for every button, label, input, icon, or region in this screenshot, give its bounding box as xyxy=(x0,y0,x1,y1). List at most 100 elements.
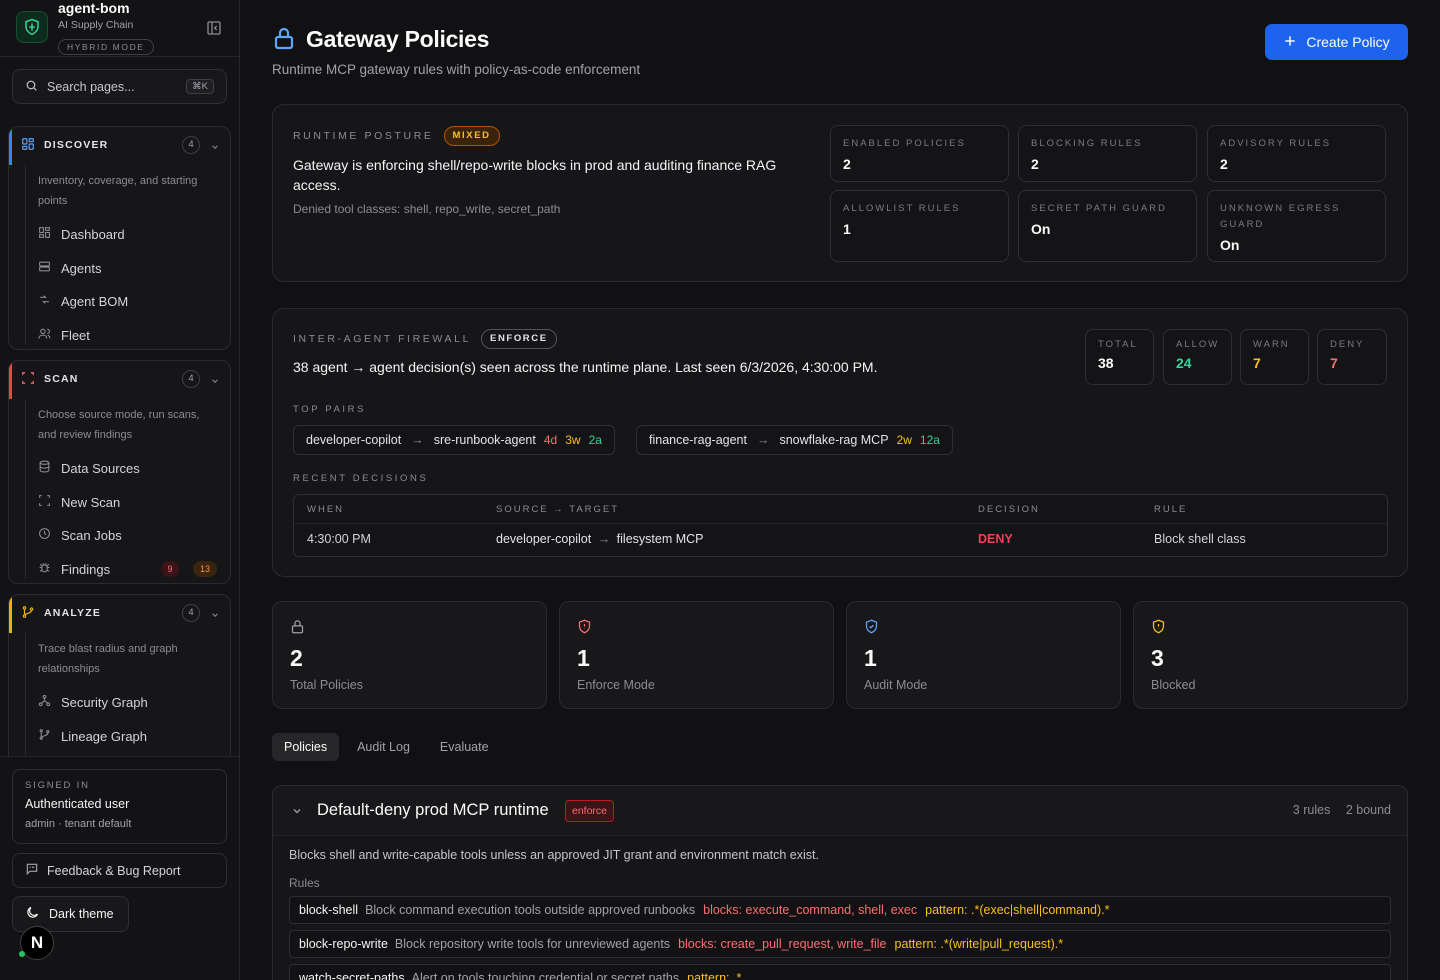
create-policy-button[interactable]: Create Policy xyxy=(1265,24,1408,60)
page-title: Gateway Policies xyxy=(306,26,490,52)
arrow-right-icon: → xyxy=(411,433,424,447)
search-input[interactable]: Search pages... ⌘K xyxy=(12,69,227,104)
divider xyxy=(0,756,240,757)
group-description: Inventory, coverage, and starting points xyxy=(38,175,198,207)
lock-icon xyxy=(272,26,296,53)
firewall-allow: ALLOW 24 xyxy=(1163,329,1232,385)
mini-label: TOTAL xyxy=(1098,339,1138,350)
agent-pair-chip[interactable]: finance-rag-agent → snowflake-rag MCP 2w… xyxy=(636,425,953,455)
decision-verdict: DENY xyxy=(978,532,1013,546)
nav-scroll[interactable]: DISCOVER 4 Inventory, coverage, and star… xyxy=(0,118,240,756)
brand[interactable]: agent-bom AI Supply Chain HYBRID MODE xyxy=(16,0,224,56)
chevron-down-icon[interactable] xyxy=(210,140,220,155)
users-icon xyxy=(38,327,51,343)
group-rail xyxy=(25,633,26,756)
column-header: SOURCE → TARGET xyxy=(496,504,620,515)
stat-label: ADVISORY RULES xyxy=(1220,138,1332,149)
sidebar-item-data-sources[interactable]: Data Sources xyxy=(38,457,223,479)
metric-value: 3 xyxy=(1151,645,1164,671)
posture-status-badge: MIXED xyxy=(443,126,500,146)
sidebar-item-new-scan[interactable]: New Scan xyxy=(38,491,223,513)
rule-row[interactable]: watch-secret-paths Alert on tools touchi… xyxy=(289,964,1391,980)
rule-row[interactable]: block-shell Block command execution tool… xyxy=(289,896,1391,924)
stat-enabled-policies: ENABLED POLICIES 2 xyxy=(830,125,1009,182)
nav-group-discover: DISCOVER 4 Inventory, coverage, and star… xyxy=(8,126,231,350)
rule-pattern: pattern: .*(exec|shell|command).* xyxy=(925,903,1110,917)
group-title: ANALYZE xyxy=(44,607,102,619)
policy-card: Default-deny prod MCP runtime enforce 3 … xyxy=(272,785,1408,980)
chevron-down-icon[interactable] xyxy=(210,608,220,623)
pair-warn-count: 2w xyxy=(896,433,912,447)
theme-label: Dark theme xyxy=(49,907,114,921)
group-title: DISCOVER xyxy=(44,139,109,151)
pair-source: finance-rag-agent xyxy=(649,433,747,447)
tab-evaluate[interactable]: Evaluate xyxy=(428,733,501,761)
shield-alert-icon xyxy=(577,619,592,637)
metric-label: Enforce Mode xyxy=(577,678,655,692)
rule-name: block-repo-write xyxy=(299,937,388,951)
pair-allow-count: 12a xyxy=(919,433,940,447)
posture-header: RUNTIME POSTURE MIXED xyxy=(293,126,500,146)
sidebar-item-agent-bom[interactable]: Agent BOM xyxy=(38,290,223,312)
sidebar-item-label: Fleet xyxy=(61,327,90,343)
tab-policies[interactable]: Policies xyxy=(272,733,340,761)
rule-description: Block command execution tools outside ap… xyxy=(365,903,696,917)
feedback-button[interactable]: Feedback & Bug Report xyxy=(12,853,227,888)
metric-label: Blocked xyxy=(1151,678,1196,692)
lock-icon xyxy=(290,619,305,637)
decision-rule: Block shell class xyxy=(1154,532,1246,546)
sidebar-item-scan-jobs[interactable]: Scan Jobs xyxy=(38,524,223,546)
arrow-right-icon: → xyxy=(756,433,770,447)
column-header: DECISION xyxy=(978,504,1040,515)
create-policy-label: Create Policy xyxy=(1306,34,1390,50)
workflow-icon xyxy=(38,293,51,309)
metric-value: 1 xyxy=(864,645,877,671)
nextjs-logo[interactable]: N xyxy=(20,926,54,960)
signed-in-heading: SIGNED IN xyxy=(25,780,90,791)
sidebar-item-agents[interactable]: Agents xyxy=(38,257,223,279)
divider xyxy=(0,56,240,57)
rule-blocks: blocks: execute_command, shell, exec xyxy=(703,903,918,917)
collapse-sidebar-icon[interactable] xyxy=(204,18,224,38)
recent-decisions-label: RECENT DECISIONS xyxy=(293,473,429,484)
sidebar-item-fleet[interactable]: Fleet xyxy=(38,324,223,346)
sidebar-item-dashboard[interactable]: Dashboard xyxy=(38,223,223,245)
sidebar-item-label: Data Sources xyxy=(61,460,140,476)
decision-target: filesystem MCP xyxy=(616,532,704,546)
sidebar-item-findings[interactable]: Findings 9 13 xyxy=(38,558,223,580)
posture-eyebrow: RUNTIME POSTURE xyxy=(293,130,434,142)
policy-meta: 3 rules 2 bound xyxy=(1281,803,1391,817)
signed-in-card[interactable]: SIGNED IN Authenticated user admin · ten… xyxy=(12,769,227,844)
user-name: Authenticated user xyxy=(25,797,130,811)
tab-audit-log[interactable]: Audit Log xyxy=(345,733,422,761)
grid-icon xyxy=(21,137,35,154)
firewall-deny: DENY 7 xyxy=(1317,329,1387,385)
chevron-down-icon[interactable] xyxy=(210,374,220,389)
decision-when: 4:30:00 PM xyxy=(307,532,371,546)
bug-icon xyxy=(38,561,51,577)
bound-count: 2 bound xyxy=(1345,803,1391,817)
stat-label: ALLOWLIST RULES xyxy=(843,203,961,214)
sidebar-item-label: Lineage Graph xyxy=(61,728,148,744)
feedback-label: Feedback & Bug Report xyxy=(47,863,181,878)
stat-label: BLOCKING RULES xyxy=(1031,138,1143,149)
sidebar-item-label: Dashboard xyxy=(61,226,125,242)
chevron-down-icon[interactable] xyxy=(291,805,303,820)
stat-label: SECRET PATH GUARD xyxy=(1031,203,1167,214)
mini-value: 7 xyxy=(1330,355,1338,371)
rule-pattern: pattern: .*(write|pull_request).* xyxy=(894,937,1064,951)
pair-allow-count: 2a xyxy=(588,433,602,447)
graph-icon xyxy=(38,694,51,710)
nav-group-analyze: ANALYZE 4 Trace blast radius and graph r… xyxy=(8,594,231,756)
pair-target: snowflake-rag MCP xyxy=(779,433,889,447)
policy-header[interactable]: Default-deny prod MCP runtime enforce 3 … xyxy=(273,786,1407,836)
dashboard-icon xyxy=(38,226,51,242)
rule-blocks: blocks: create_pull_request, write_file xyxy=(678,937,887,951)
firewall-status-badge: ENFORCE xyxy=(481,329,557,349)
stat-secret-path-guard: SECRET PATH GUARD On xyxy=(1018,190,1197,262)
sidebar-item-lineage-graph[interactable]: Lineage Graph xyxy=(38,725,223,747)
rule-row[interactable]: block-repo-write Block repository write … xyxy=(289,930,1391,958)
agent-pair-chip[interactable]: developer-copilot → sre-runbook-agent 4d… xyxy=(293,425,615,455)
sidebar-item-security-graph[interactable]: Security Graph xyxy=(38,691,223,713)
page-header: Gateway Policies xyxy=(272,26,489,53)
